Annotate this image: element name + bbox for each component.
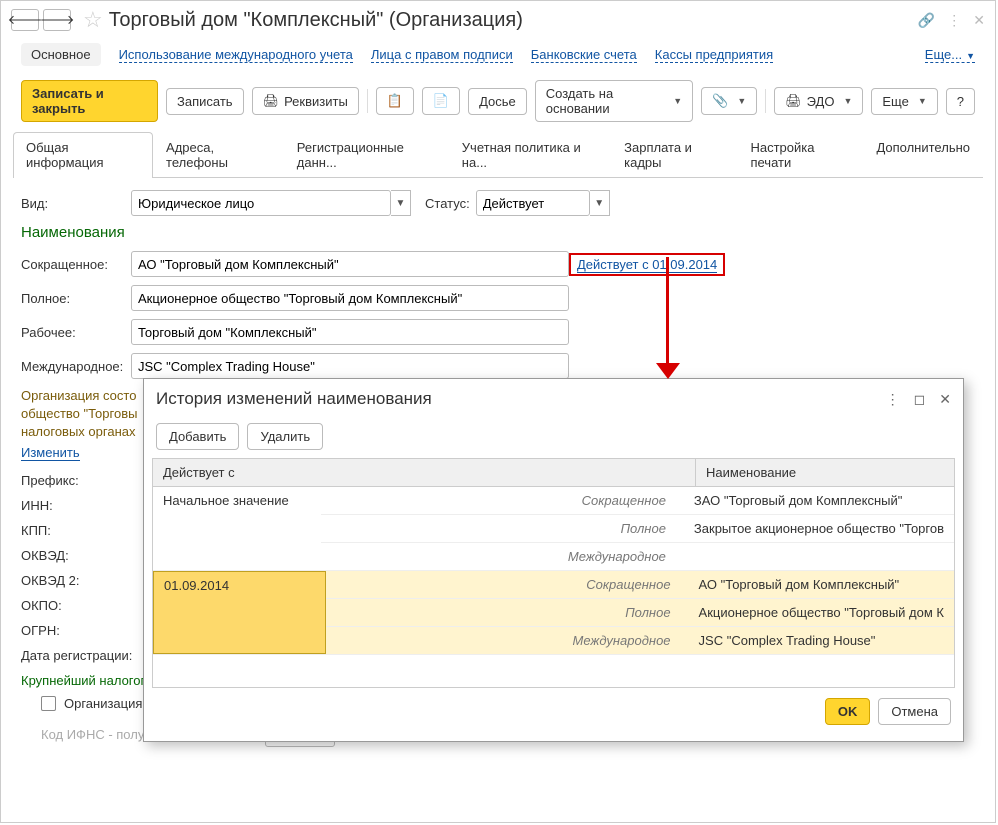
details-button[interactable]: 🖨Реквизиты <box>252 87 359 115</box>
forward-button[interactable]: 🡒 <box>43 9 71 31</box>
status-select[interactable] <box>476 190 590 216</box>
star-icon[interactable]: ☆ <box>83 7 103 33</box>
sub-label: Международное <box>326 627 689 654</box>
history-grid: Действует с Наименование Начальное значе… <box>152 458 955 688</box>
attach-button[interactable]: 📎▼ <box>701 87 757 115</box>
date-cell: 01.09.2014 <box>153 571 326 654</box>
intl-name-input[interactable] <box>131 353 569 379</box>
link-intl-accounting[interactable]: Использование международного учета <box>119 47 353 63</box>
close-icon[interactable]: ✕ <box>973 12 985 29</box>
help-button[interactable]: ? <box>946 88 975 115</box>
save-and-close-button[interactable]: Записать и закрыть <box>21 80 158 122</box>
full-name-label: Полное: <box>21 291 131 306</box>
link-signers[interactable]: Лица с правом подписи <box>371 47 513 63</box>
dialog-title: История изменений наименования <box>156 389 886 409</box>
kpp-label: КПП: <box>21 523 151 538</box>
edo-button[interactable]: 🖨ЭДО▼ <box>774 87 863 115</box>
sub-label: Полное <box>326 599 689 626</box>
col-name[interactable]: Наименование <box>696 459 954 486</box>
dossier-button[interactable]: Досье <box>468 88 527 115</box>
dialog-maximize-icon[interactable]: ◻ <box>914 391 926 408</box>
tab-additional[interactable]: Дополнительно <box>863 132 983 177</box>
toolbar-separator <box>765 89 766 113</box>
largest-checkbox[interactable] <box>41 696 56 711</box>
link-more[interactable]: Еще...▼ <box>925 47 975 63</box>
date-cell: Начальное значение <box>153 487 321 570</box>
sub-label: Сокращенное <box>321 487 684 514</box>
sub-label: Сокращенное <box>326 571 689 598</box>
okved2-label: ОКВЭД 2: <box>21 573 151 588</box>
tab-accounting-policy[interactable]: Учетная политика и на... <box>449 132 611 177</box>
history-highlight: Действует с 01.09.2014 <box>569 253 725 276</box>
sub-value: Закрытое акционерное общество "Торгов <box>684 515 954 542</box>
tab-general-info[interactable]: Общая информация <box>13 132 153 178</box>
sub-value: АО "Торговый дом Комплексный" <box>689 571 954 598</box>
dialog-close-icon[interactable]: ✕ <box>939 391 951 408</box>
copy-button[interactable]: 📋 <box>376 87 414 115</box>
kind-label: Вид: <box>21 196 131 211</box>
sub-value: Акционерное общество "Торговый дом К <box>689 599 954 626</box>
inn-label: ИНН: <box>21 498 151 513</box>
printer-icon: 🖨 <box>263 93 280 109</box>
col-effective-from[interactable]: Действует с <box>153 459 696 486</box>
delete-button[interactable]: Удалить <box>247 423 323 450</box>
tab-registration[interactable]: Регистрационные данн... <box>284 132 449 177</box>
short-name-input[interactable] <box>131 251 569 277</box>
dialog-menu-icon[interactable]: ⋮ <box>886 391 900 408</box>
work-name-input[interactable] <box>131 319 569 345</box>
dropdown-icon[interactable]: ▼ <box>590 190 610 216</box>
cancel-button[interactable]: Отмена <box>878 698 951 725</box>
sub-value <box>684 543 954 570</box>
toolbar-separator <box>367 89 368 113</box>
history-link[interactable]: Действует с 01.09.2014 <box>577 257 717 273</box>
tab-hr[interactable]: Зарплата и кадры <box>611 132 737 177</box>
annotation-arrow-head <box>656 363 680 379</box>
short-name-label: Сокращенное: <box>21 257 131 272</box>
back-button[interactable]: 🡐 <box>11 9 39 31</box>
sub-label: Международное <box>321 543 684 570</box>
link-bank-accounts[interactable]: Банковские счета <box>531 47 637 63</box>
sub-value: ЗАО "Торговый дом Комплексный" <box>684 487 954 514</box>
table-row[interactable]: Начальное значение СокращенноеЗАО "Торго… <box>153 487 954 571</box>
report-button[interactable]: 📄 <box>422 87 460 115</box>
sub-value: JSC "Complex Trading House" <box>689 627 954 654</box>
status-label: Статус: <box>425 196 470 211</box>
kind-select[interactable] <box>131 190 391 216</box>
change-link[interactable]: Изменить <box>21 445 80 461</box>
tab-addresses[interactable]: Адреса, телефоны <box>153 132 284 177</box>
sub-label: Полное <box>321 515 684 542</box>
intl-name-label: Международное: <box>21 359 131 374</box>
ogrn-label: ОГРН: <box>21 623 151 638</box>
tab-print-setup[interactable]: Настройка печати <box>737 132 863 177</box>
window-title: Торговый дом "Комплексный" (Организация) <box>109 9 918 32</box>
menu-icon[interactable]: ⋮ <box>947 12 961 29</box>
ok-button[interactable]: OK <box>825 698 871 725</box>
names-section-head: Наименования <box>21 224 975 241</box>
full-name-input[interactable] <box>131 285 569 311</box>
print-icon: 🖨 <box>785 93 802 109</box>
add-button[interactable]: Добавить <box>156 423 239 450</box>
annotation-arrow <box>666 257 669 365</box>
link-cash-registers[interactable]: Кассы предприятия <box>655 47 773 63</box>
okpo-label: ОКПО: <box>21 598 151 613</box>
tab-main[interactable]: Основное <box>21 43 101 66</box>
dropdown-icon[interactable]: ▼ <box>391 190 411 216</box>
work-name-label: Рабочее: <box>21 325 131 340</box>
save-button[interactable]: Записать <box>166 88 244 115</box>
create-based-button[interactable]: Создать на основании▼ <box>535 80 693 122</box>
name-history-dialog: История изменений наименования ⋮ ◻ ✕ Доб… <box>143 378 964 742</box>
more-button[interactable]: Еще▼ <box>871 88 937 115</box>
link-icon[interactable]: 🔗 <box>918 12 935 29</box>
okved-label: ОКВЭД: <box>21 548 151 563</box>
table-row[interactable]: 01.09.2014 СокращенноеАО "Торговый дом К… <box>153 571 954 655</box>
regdate-label: Дата регистрации: <box>21 648 151 663</box>
prefix-label: Префикс: <box>21 473 151 488</box>
